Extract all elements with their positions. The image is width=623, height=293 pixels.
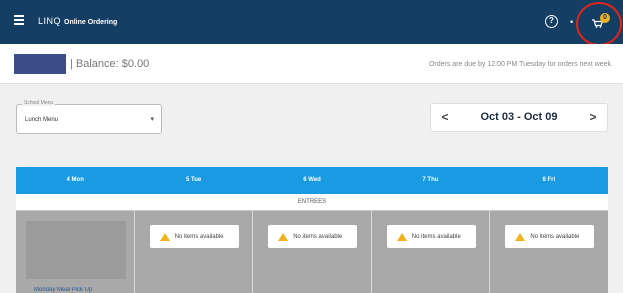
day-cell-fri: No items available bbox=[490, 211, 608, 293]
day-cell-mon: Monday Meal Pick Up bbox=[16, 211, 135, 293]
no-items-text: No items available bbox=[411, 233, 461, 240]
no-items-text: No items available bbox=[293, 233, 343, 240]
warning-icon bbox=[396, 232, 407, 241]
warning-icon bbox=[278, 232, 289, 241]
section-label-entrees: ENTREES bbox=[16, 194, 608, 211]
week-navigator: < Oct 03 - Oct 09 > bbox=[430, 103, 608, 132]
no-items-notice: No items available bbox=[505, 225, 595, 248]
brand-logo[interactable]: LINQ Online Ordering bbox=[38, 16, 117, 26]
order-due-note: Orders are due by 12:00 PM Tuesday for o… bbox=[428, 61, 613, 68]
brand-subtitle: Online Ordering bbox=[64, 19, 118, 26]
top-nav-bar: LINQ Online Ordering ? • 0 bbox=[0, 0, 623, 46]
annotation-circle bbox=[576, 2, 622, 46]
no-items-text: No items available bbox=[530, 233, 580, 240]
no-items-notice: No items available bbox=[149, 225, 239, 248]
week-range-label: Oct 03 - Oct 09 bbox=[480, 111, 558, 123]
day-cell-thu: No items available bbox=[371, 211, 491, 293]
no-items-notice: No items available bbox=[268, 225, 358, 248]
school-menu-value: Lunch Menu bbox=[25, 117, 59, 123]
day-cell-wed: No items available bbox=[253, 211, 372, 293]
school-menu-select[interactable]: School Menu Lunch Menu ▾ bbox=[16, 100, 162, 134]
day-header: 7 Thu bbox=[422, 177, 439, 183]
warning-icon bbox=[159, 232, 170, 241]
day-header: 5 Tue bbox=[185, 177, 202, 183]
menu-item-name[interactable]: Monday Meal Pick Up bbox=[34, 287, 124, 293]
no-items-text: No items available bbox=[174, 233, 224, 240]
day-cell-tue: No items available bbox=[134, 211, 254, 293]
account-header: | Balance: $0.00 Orders are due by 12:00… bbox=[0, 44, 623, 84]
no-items-notice: No items available bbox=[386, 225, 476, 248]
day-header: 8 Fri bbox=[542, 177, 556, 183]
day-header-row: 4 Mon 5 Tue 6 Wed 7 Thu 8 Fri bbox=[16, 167, 608, 194]
balance-text: | Balance: $0.00 bbox=[70, 58, 150, 70]
user-icon[interactable]: • bbox=[570, 17, 573, 27]
day-header: 4 Mon bbox=[66, 177, 84, 183]
school-menu-label: School Menu bbox=[22, 100, 56, 106]
next-week-button[interactable]: > bbox=[579, 104, 607, 131]
redacted-name bbox=[14, 54, 66, 74]
menu-grid: Monday Meal Pick Up No items available N… bbox=[16, 211, 608, 293]
help-icon[interactable]: ? bbox=[545, 15, 558, 28]
chevron-down-icon: ▾ bbox=[150, 116, 154, 123]
hamburger-menu-icon[interactable] bbox=[14, 15, 24, 25]
menu-item-image[interactable] bbox=[26, 221, 126, 279]
warning-icon bbox=[515, 232, 526, 241]
previous-week-button[interactable]: < bbox=[431, 104, 459, 131]
day-header: 6 Wed bbox=[303, 177, 321, 183]
brand-name: LINQ bbox=[38, 16, 62, 26]
